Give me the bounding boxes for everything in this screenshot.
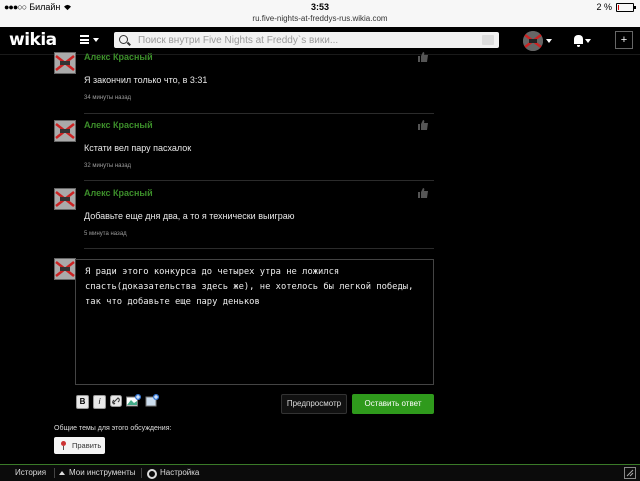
comment-text: Я закончил только что, в 3:31	[84, 75, 208, 85]
add-video-icon[interactable]	[145, 394, 159, 407]
comment-author[interactable]: Алекс Красный	[84, 188, 153, 198]
clock: 3:53	[310, 2, 329, 12]
comment-avatar[interactable]	[54, 188, 76, 210]
comment-timestamp[interactable]: 5 минута назад	[84, 231, 127, 237]
topics-label: Общие темы для этого обсуждения:	[54, 425, 172, 432]
toolbar-resize-icon[interactable]	[624, 467, 636, 479]
comment-item: Алекс Красный Я закончил только что, в 3…	[54, 52, 434, 107]
gear-icon	[147, 469, 157, 479]
add-image-icon[interactable]	[126, 394, 141, 407]
comment-avatar[interactable]	[54, 120, 76, 142]
comment-item: Алекс Красный Добавьте еще дня два, а то…	[54, 188, 434, 243]
toolbar-separator	[54, 468, 55, 478]
search-input[interactable]	[138, 32, 478, 48]
comment-avatar[interactable]	[54, 52, 76, 74]
bottom-toolbar: История Мои инструменты Настройка	[0, 464, 640, 481]
search-submit-button[interactable]	[482, 35, 494, 45]
reply-textarea[interactable]: Я ради этого конкурса до четырех утра не…	[75, 259, 434, 385]
notifications-chevron-icon[interactable]	[585, 39, 591, 43]
notifications-bell-icon[interactable]	[574, 35, 583, 47]
chevron-up-icon	[59, 471, 65, 475]
history-link[interactable]: История	[15, 465, 46, 481]
contribute-button[interactable]: +	[615, 31, 633, 49]
reply-avatar	[54, 258, 76, 280]
comment-author[interactable]: Алекс Красный	[84, 120, 153, 130]
submit-reply-button[interactable]: Оставить ответ	[352, 394, 434, 414]
pin-icon	[61, 441, 66, 450]
my-tools-menu[interactable]: Мои инструменты	[69, 465, 136, 481]
comment-text: Кстати вел пару пасхалок	[84, 143, 192, 153]
italic-button[interactable]: i	[93, 395, 106, 409]
comment-timestamp[interactable]: 32 минуты назад	[84, 163, 131, 169]
menu-button[interactable]	[80, 34, 102, 48]
hamburger-icon	[80, 35, 89, 44]
toolbar-separator	[141, 468, 142, 478]
link-icon[interactable]	[110, 395, 122, 407]
divider	[84, 113, 434, 114]
divider	[84, 248, 434, 249]
search-icon	[119, 35, 128, 44]
like-icon[interactable]	[417, 187, 429, 199]
user-avatar[interactable]	[523, 31, 543, 51]
bold-button[interactable]: B	[76, 395, 89, 409]
address-url[interactable]: ru.five-nights-at-freddys-rus.wikia.com	[0, 14, 640, 23]
divider	[84, 180, 434, 181]
like-icon[interactable]	[417, 51, 429, 63]
edit-topics-button[interactable]: Править	[54, 437, 105, 454]
ios-status-bar: ●●●○○ Билайн 3:53 ru.five-nights-at-fred…	[0, 0, 640, 27]
edit-label: Править	[72, 441, 102, 450]
search-bar	[114, 32, 499, 48]
comment-timestamp[interactable]: 34 минуты назад	[84, 95, 131, 101]
wikia-logo[interactable]: wikia	[9, 30, 57, 50]
like-icon[interactable]	[417, 119, 429, 131]
battery-percent: 2 %	[596, 2, 612, 12]
comment-text: Добавьте еще дня два, а то я технически …	[84, 211, 295, 221]
chevron-down-icon	[93, 38, 99, 42]
comment-author[interactable]: Алекс Красный	[84, 52, 153, 62]
preview-button[interactable]: Предпросмотр	[281, 394, 347, 414]
comment-item: Алекс Красный Кстати вел пару пасхалок 3…	[54, 120, 434, 175]
battery-group: 2 %	[596, 2, 636, 12]
battery-icon	[616, 2, 636, 12]
settings-link[interactable]: Настройка	[160, 465, 199, 481]
user-menu-chevron-icon[interactable]	[546, 39, 552, 43]
